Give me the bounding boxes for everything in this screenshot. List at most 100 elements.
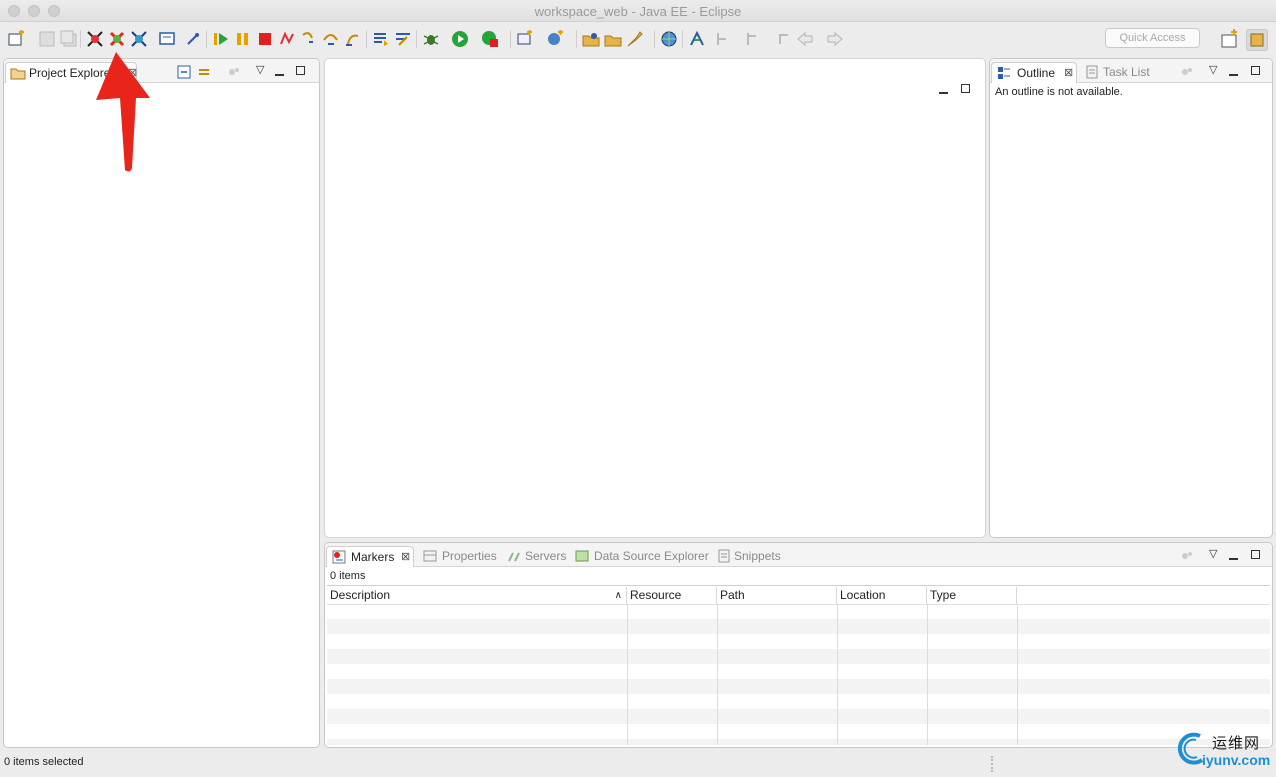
main-toolbar: Quick Access: [0, 22, 1276, 56]
focus-icon[interactable]: [1180, 549, 1194, 563]
minimize-icon[interactable]: [275, 68, 284, 79]
tab-servers[interactable]: Servers: [507, 546, 569, 567]
column-path[interactable]: Path: [717, 587, 837, 604]
view-menu-icon[interactable]: ▽: [256, 63, 264, 76]
view-menu-icon[interactable]: ▽: [1209, 547, 1217, 560]
disconnect-icon[interactable]: [278, 30, 296, 48]
markers-count: 0 items: [330, 570, 366, 582]
servers-icon: [508, 552, 520, 562]
remote-debug-icon[interactable]: [130, 30, 148, 48]
maximize-icon[interactable]: [1251, 550, 1260, 562]
project-explorer-panel: Project Explorer ⊠ ▽: [3, 58, 320, 748]
view-menu-icon[interactable]: ▽: [1209, 63, 1217, 76]
debug-icon[interactable]: [422, 30, 440, 48]
status-separator: [991, 756, 993, 772]
open-type-icon[interactable]: [582, 30, 600, 48]
outline-message: An outline is not available.: [995, 86, 1123, 98]
next-annotation-icon[interactable]: [714, 30, 732, 48]
link-with-editor-icon[interactable]: [197, 65, 211, 79]
quick-access-input[interactable]: Quick Access: [1105, 28, 1200, 48]
tab-label: Snippets: [734, 549, 781, 563]
editor-area: [324, 58, 986, 538]
column-type[interactable]: Type: [927, 587, 1017, 604]
close-icon[interactable]: ⊠: [401, 547, 410, 567]
task-list-icon: [1086, 65, 1098, 79]
tab-data-source-explorer[interactable]: Data Source Explorer: [575, 546, 715, 567]
close-icon[interactable]: ⊠: [1064, 63, 1073, 83]
pin-icon[interactable]: [184, 30, 202, 48]
column-label: Description: [330, 588, 391, 602]
step-over-icon[interactable]: [322, 30, 340, 48]
data-source-icon: [575, 550, 589, 562]
drop-frame-icon[interactable]: [372, 30, 390, 48]
new-icon[interactable]: [8, 30, 26, 48]
console-icon[interactable]: [158, 30, 176, 48]
tab-label: Outline: [1017, 66, 1056, 80]
maximize-icon[interactable]: [1251, 66, 1260, 78]
terminate-icon[interactable]: [256, 30, 274, 48]
focus-icon[interactable]: [1180, 65, 1194, 79]
skip-breakpoints-icon[interactable]: [86, 30, 104, 48]
tab-properties[interactable]: Properties: [421, 546, 501, 567]
column-label: Resource: [630, 588, 682, 602]
annotation-icon[interactable]: [688, 30, 706, 48]
java-ee-perspective-icon[interactable]: [1246, 29, 1268, 51]
sort-ascending-icon: ∧: [614, 590, 622, 601]
save-icon[interactable]: [38, 30, 56, 48]
new-server-icon[interactable]: [516, 30, 534, 48]
minimize-icon[interactable]: [1229, 68, 1238, 79]
status-text: 0 items selected: [4, 756, 84, 768]
collapse-all-icon[interactable]: [177, 65, 191, 79]
save-all-icon[interactable]: [60, 30, 78, 48]
tab-label: Data Source Explorer: [594, 549, 709, 563]
outline-panel: Outline ⊠ Task List ▽ An outline is not …: [989, 58, 1273, 538]
watermark: 运维网 iyunv.com: [1172, 728, 1276, 776]
tab-label: Task List: [1103, 65, 1150, 79]
project-explorer-tabbar: Project Explorer ⊠ ▽: [4, 59, 319, 83]
tab-label: Servers: [525, 549, 567, 563]
last-edit-location-icon[interactable]: [774, 30, 792, 48]
column-location[interactable]: Location: [837, 587, 927, 604]
tab-label: Markers: [351, 550, 395, 564]
open-task-icon[interactable]: [604, 30, 622, 48]
step-return-icon[interactable]: [344, 30, 362, 48]
tab-outline[interactable]: Outline ⊠: [991, 62, 1077, 83]
step-into-icon[interactable]: [300, 30, 318, 48]
watermark-url: iyunv.com: [1202, 752, 1271, 768]
watermark-logo-icon: [1177, 732, 1204, 765]
markers-panel: Markers ⊠ Properties Servers Data Source…: [324, 542, 1273, 748]
run-last-icon[interactable]: [481, 30, 499, 48]
column-label: Type: [930, 588, 957, 602]
project-explorer-icon: [10, 68, 26, 80]
suspend-icon[interactable]: [234, 30, 252, 48]
editor-maximize-icon[interactable]: [961, 84, 970, 96]
open-perspective-icon[interactable]: [1218, 29, 1240, 51]
red-arrow-annotation: [96, 52, 150, 172]
focus-icon[interactable]: [227, 65, 241, 79]
markers-icon: [332, 550, 346, 564]
column-label: Location: [840, 588, 886, 602]
run-icon[interactable]: [451, 30, 469, 48]
outline-icon: [998, 67, 1010, 79]
tab-snippets[interactable]: Snippets: [717, 546, 797, 567]
resume-icon[interactable]: [212, 30, 230, 48]
snippets-icon: [718, 549, 730, 563]
globe-icon[interactable]: [660, 30, 678, 48]
last-edit-icon[interactable]: [744, 30, 762, 48]
tab-label: Properties: [442, 549, 497, 563]
column-description[interactable]: Description ∧: [327, 587, 627, 604]
column-resource[interactable]: Resource: [627, 587, 717, 604]
properties-icon: [423, 550, 437, 562]
use-step-filters-icon[interactable]: [394, 30, 412, 48]
new-web-service-icon[interactable]: [546, 30, 564, 48]
maximize-icon[interactable]: [296, 66, 305, 78]
back-icon[interactable]: [796, 30, 814, 48]
column-label: Path: [720, 588, 745, 602]
tab-task-list[interactable]: Task List: [1084, 62, 1164, 83]
minimize-icon[interactable]: [1229, 552, 1238, 563]
editor-minimize-icon[interactable]: [939, 86, 948, 97]
remove-breakpoints-icon[interactable]: [108, 30, 126, 48]
tab-markers[interactable]: Markers ⊠: [326, 546, 414, 567]
search-icon[interactable]: [626, 30, 644, 48]
forward-icon[interactable]: [826, 30, 844, 48]
